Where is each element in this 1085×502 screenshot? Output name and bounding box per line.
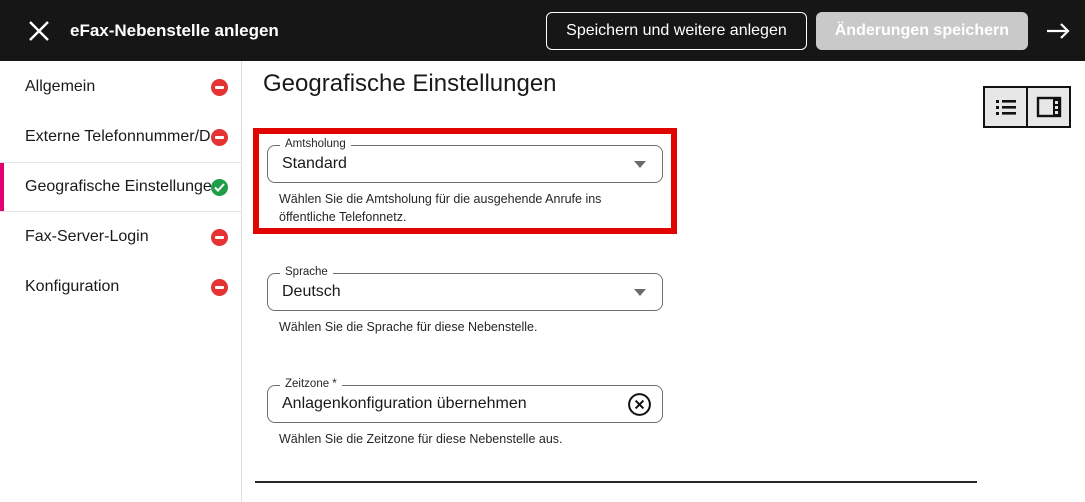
close-icon[interactable] <box>24 16 54 46</box>
chevron-down-icon[interactable] <box>634 288 646 296</box>
detail-view-button[interactable] <box>1027 86 1071 128</box>
arrow-right-glyph <box>1047 22 1070 39</box>
sprache-value: Deutsch <box>282 283 341 300</box>
sidebar-item-label: Geografische Einstellungen <box>25 178 211 195</box>
sidebar-item-label: Externe Telefonnummer/Dur... <box>25 128 211 145</box>
list-view-icon <box>995 100 1016 115</box>
list-view-button[interactable] <box>983 86 1027 128</box>
amtsholung-select[interactable]: Amtsholung Standard <box>267 138 663 183</box>
zeitzone-label: Zeitzone * <box>280 378 342 390</box>
sprache-helper-text: Wählen Sie die Sprache für diese Nebenst… <box>279 320 538 334</box>
field-sprache: Sprache Deutsch Wählen Sie die Sprache f… <box>267 266 663 336</box>
sidebar-item-geografische-einstellungen[interactable]: Geografische Einstellungen <box>0 162 241 212</box>
save-and-create-button[interactable]: Speichern und weitere anlegen <box>546 11 807 50</box>
status-incomplete-icon <box>211 278 228 296</box>
view-toggle-group <box>983 86 1071 128</box>
page-title: Geografische Einstellungen <box>263 70 557 97</box>
dialog-title: eFax-Nebenstelle anlegen <box>70 20 279 40</box>
topbar: eFax-Nebenstelle anlegen Speichern und w… <box>0 0 1085 61</box>
sidebar-item-label: Fax-Server-Login <box>25 228 149 245</box>
chevron-down-icon[interactable] <box>634 160 646 168</box>
sidebar-item-allgemein[interactable]: Allgemein <box>0 62 241 112</box>
sidebar-item-label: Konfiguration <box>25 278 120 295</box>
amtsholung-helper-text: Wählen Sie die Amtsholung für die ausgeh… <box>279 192 602 224</box>
sidebar: Allgemein Externe Telefonnummer/Dur... G… <box>0 61 242 502</box>
topbar-actions: Speichern und weitere anlegen Änderungen… <box>546 11 1075 50</box>
field-amtsholung: Amtsholung Standard Wählen Sie die Amtsh… <box>267 138 663 226</box>
sprache-select[interactable]: Sprache Deutsch <box>267 266 663 311</box>
sprache-label: Sprache <box>280 266 333 278</box>
detail-view-icon <box>1036 96 1061 118</box>
clear-field-icon[interactable] <box>626 391 652 417</box>
zeitzone-value: Anlagenkonfiguration übernehmen <box>282 395 527 412</box>
status-incomplete-icon <box>211 128 228 146</box>
field-zeitzone: Zeitzone * Anlagenkonfiguration übernehm… <box>267 378 663 448</box>
circle-x-glyph <box>627 392 651 416</box>
amtsholung-label: Amtsholung <box>280 138 351 150</box>
save-changes-button[interactable]: Änderungen speichern <box>815 11 1028 50</box>
zeitzone-helper-text: Wählen Sie die Zeitzone für diese Nebens… <box>279 432 563 446</box>
status-incomplete-icon <box>211 78 228 96</box>
arrow-right-icon[interactable] <box>1041 14 1075 48</box>
sidebar-item-konfiguration[interactable]: Konfiguration <box>0 262 241 312</box>
check-glyph <box>214 182 225 192</box>
sidebar-item-externe-telefonnummer[interactable]: Externe Telefonnummer/Dur... <box>0 112 241 162</box>
amtsholung-value: Standard <box>282 155 347 172</box>
sidebar-item-label: Allgemein <box>25 78 96 95</box>
status-complete-icon <box>211 178 228 196</box>
close-x-glyph <box>29 20 49 41</box>
main-content: Geografische Einstellungen Amtsholung St… <box>242 61 1085 502</box>
sidebar-item-fax-server-login[interactable]: Fax-Server-Login <box>0 212 241 262</box>
status-incomplete-icon <box>211 228 228 246</box>
section-divider <box>255 481 977 483</box>
zeitzone-input[interactable]: Zeitzone * Anlagenkonfiguration übernehm… <box>267 378 663 423</box>
